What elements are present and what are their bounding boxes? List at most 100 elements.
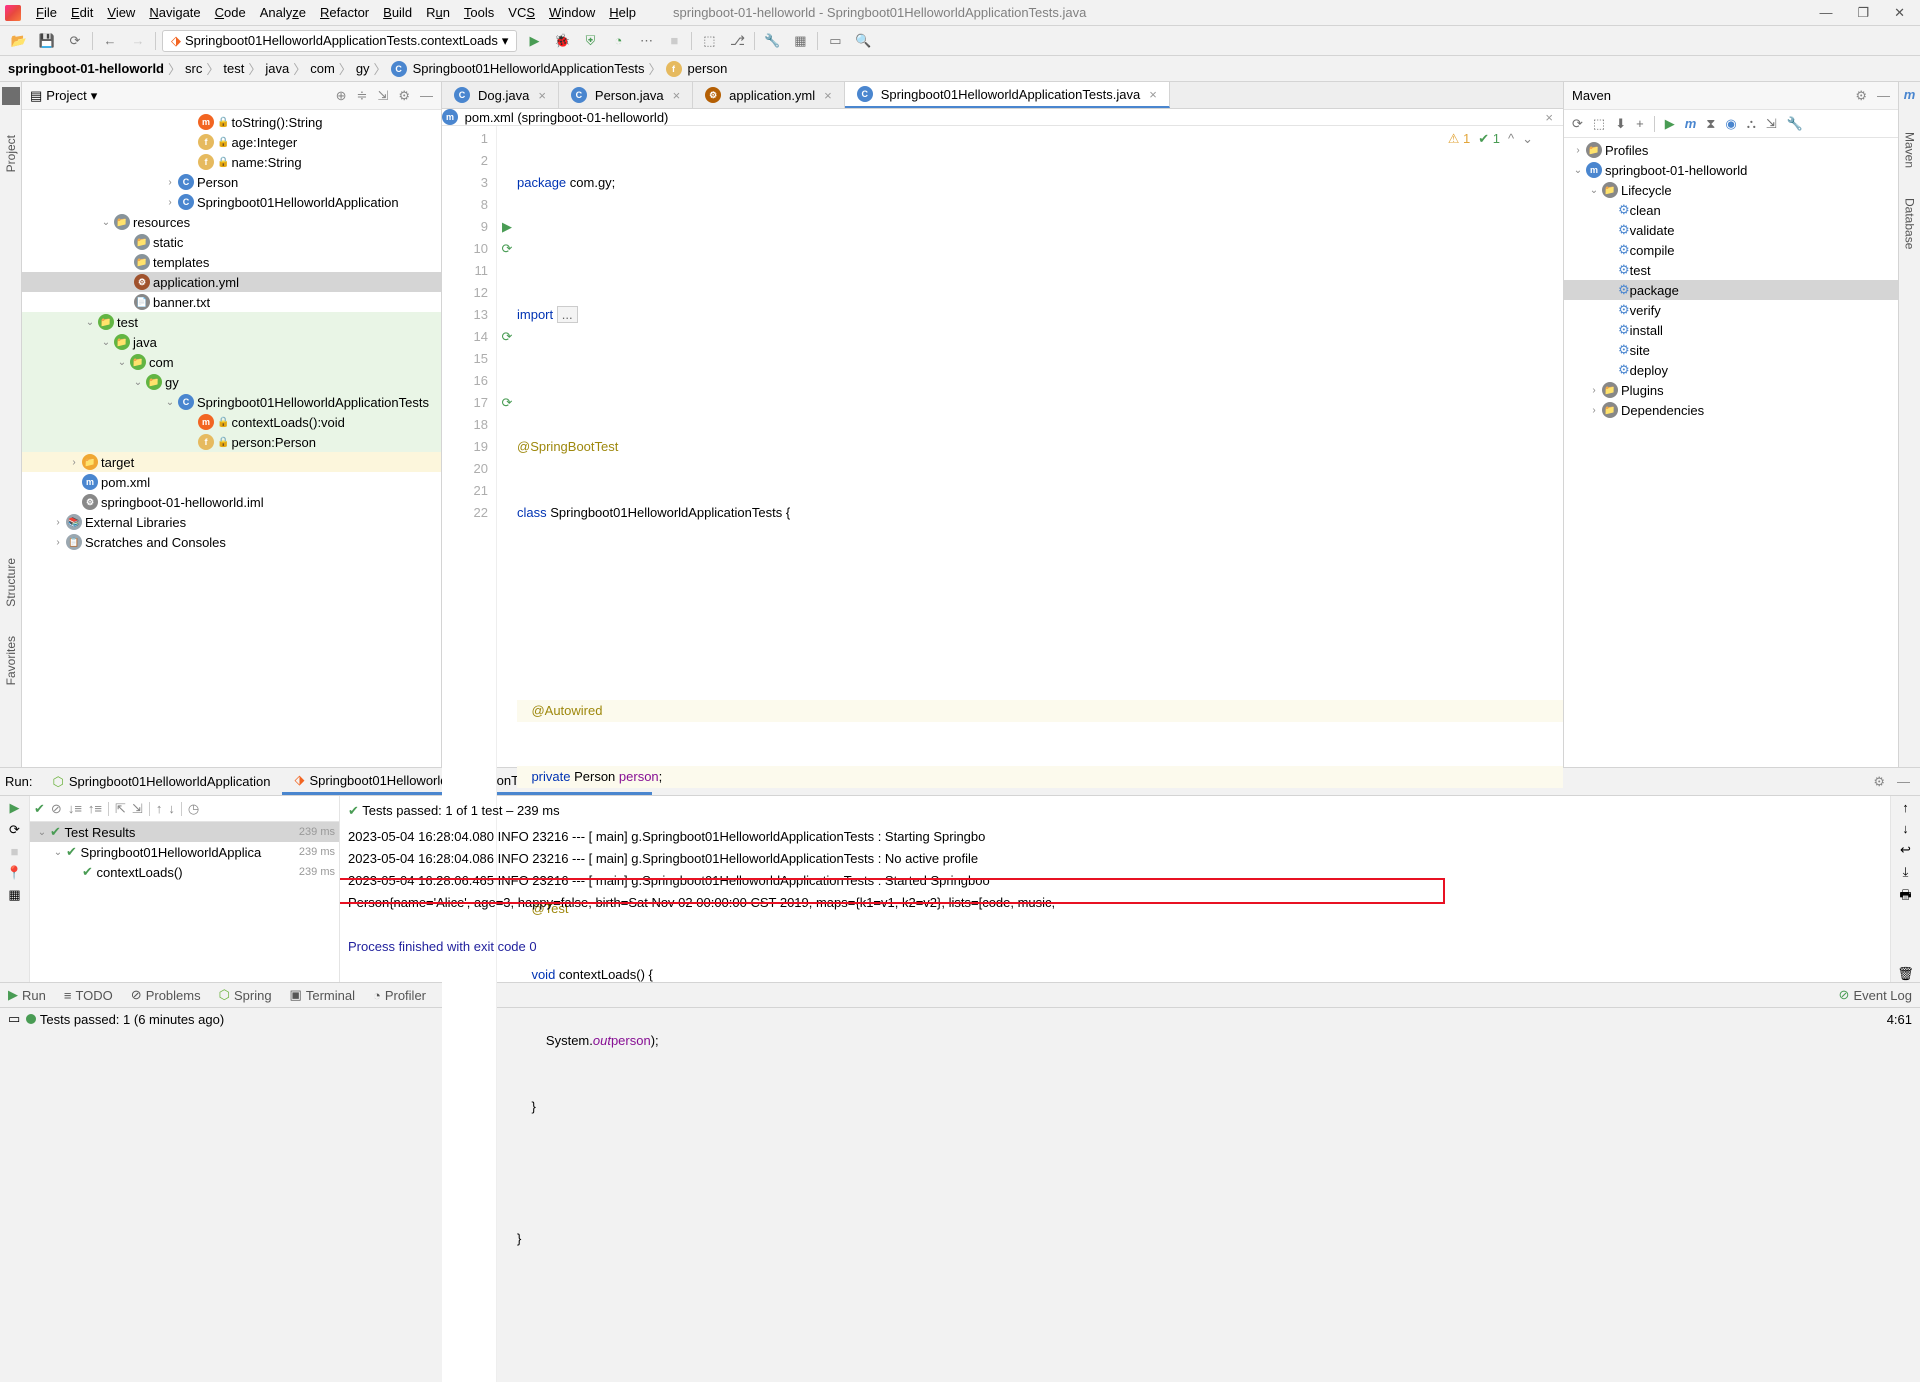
close-icon[interactable]: × xyxy=(1545,110,1563,125)
rail-favorites[interactable]: Favorites xyxy=(4,636,18,685)
structure-icon[interactable]: ▦ xyxy=(789,30,811,52)
services-icon[interactable]: ▭ xyxy=(824,30,846,52)
reload-icon[interactable]: ⟳ xyxy=(1572,116,1583,132)
tab-person[interactable]: CPerson.java× xyxy=(559,82,693,108)
maven-item[interactable]: install xyxy=(1630,323,1663,338)
crumb-class[interactable]: CSpringboot01HelloworldApplicationTests xyxy=(391,61,645,77)
run-gutter-icon[interactable]: ▶ xyxy=(502,216,512,238)
close-icon[interactable]: ✕ xyxy=(1894,5,1905,21)
project-panel-title[interactable]: ▤ Project ▾ xyxy=(30,88,97,104)
sub-tab-pom[interactable]: m pom.xml (springboot-01-helloworld) × xyxy=(442,109,1563,126)
tree-item[interactable]: Springboot01HelloworldApplication xyxy=(197,195,399,210)
attach-icon[interactable]: ⋯ xyxy=(635,30,657,52)
debug-icon[interactable]: 🐞 xyxy=(551,30,573,52)
hide-icon[interactable]: — xyxy=(1877,88,1890,104)
maven-rail-icon[interactable]: m xyxy=(1904,87,1916,102)
debug-icon[interactable]: ⟳ xyxy=(9,822,20,838)
crumb-project[interactable]: springboot-01-helloworld xyxy=(8,61,164,76)
run-icon[interactable]: ▶ xyxy=(1665,116,1675,132)
back-icon[interactable]: ← xyxy=(99,30,121,52)
checkmark-icon[interactable]: ✔ 1 xyxy=(1478,128,1500,150)
crumb-gy[interactable]: gy xyxy=(356,61,370,76)
maven-item[interactable]: compile xyxy=(1630,243,1675,258)
collapse-icon[interactable]: ⇲ xyxy=(1766,116,1777,132)
run-tab-app[interactable]: ⬡Springboot01HelloworldApplication xyxy=(40,770,282,794)
tree-item[interactable]: person:Person xyxy=(231,435,316,450)
project-tree[interactable]: m🔒toString():String f🔒age:Integer f🔒name… xyxy=(22,110,441,767)
maximize-icon[interactable]: ❐ xyxy=(1857,5,1869,21)
trash-icon[interactable]: 🗑 xyxy=(1897,966,1914,982)
wrap-icon[interactable]: ↩ xyxy=(1900,842,1911,858)
up-icon[interactable]: ↑ xyxy=(156,801,163,816)
tree-item[interactable]: banner.txt xyxy=(153,295,210,310)
console-output[interactable]: ✔ Tests passed: 1 of 1 test – 239 ms 202… xyxy=(340,796,1890,982)
print-icon[interactable]: 🖶 xyxy=(1899,886,1911,908)
branch-icon[interactable]: ⎇ xyxy=(726,30,748,52)
menu-help[interactable]: Help xyxy=(602,3,643,22)
tree-item[interactable]: static xyxy=(153,235,183,250)
tab-yml[interactable]: ⚙application.yml× xyxy=(693,82,845,108)
add-icon[interactable]: + xyxy=(1636,116,1644,131)
code-editor[interactable]: 1238 9101112 13141516 17181920 2122 ▶ ⟳ … xyxy=(442,126,1563,1382)
save-icon[interactable]: 💾 xyxy=(36,30,58,52)
menu-refactor[interactable]: Refactor xyxy=(313,3,376,22)
maven-item[interactable]: site xyxy=(1630,343,1650,358)
menu-file[interactable]: File xyxy=(29,3,64,22)
download-icon[interactable]: ⬇ xyxy=(1615,116,1626,132)
maven-item[interactable]: Lifecycle xyxy=(1621,183,1672,198)
bottom-spring[interactable]: ⬡Spring xyxy=(219,987,272,1003)
crumb-java[interactable]: java xyxy=(265,61,289,76)
tree-item[interactable]: age:Integer xyxy=(231,135,297,150)
menu-edit[interactable]: Edit xyxy=(64,3,100,22)
stop-icon[interactable]: ■ xyxy=(11,844,19,859)
search-icon[interactable]: 🔍 xyxy=(852,30,874,52)
warning-icon[interactable]: ⚠ 1 xyxy=(1448,128,1471,150)
rail-structure[interactable]: Structure xyxy=(4,558,18,607)
bottom-problems[interactable]: ⊘Problems xyxy=(131,987,201,1003)
collapse-icon[interactable]: ⇲ xyxy=(132,801,143,817)
gear-icon[interactable]: ⚙ xyxy=(398,88,410,104)
maven-icon[interactable]: m xyxy=(1685,116,1697,131)
offline-icon[interactable]: ◉ xyxy=(1725,116,1736,132)
bottom-run[interactable]: ▶Run xyxy=(8,987,46,1003)
tree-item[interactable]: test xyxy=(117,315,138,330)
code-status-bar[interactable]: ⚠ 1 ✔ 1 ^⌄ xyxy=(1448,128,1533,150)
run-icon[interactable]: ▶ xyxy=(523,30,545,52)
bean-icon[interactable]: ⟳ xyxy=(502,326,513,348)
tree-item[interactable]: Scratches and Consoles xyxy=(85,535,226,550)
fold-icon[interactable]: ... xyxy=(557,306,578,323)
crumb-com[interactable]: com xyxy=(310,61,335,76)
maven-item[interactable]: deploy xyxy=(1630,363,1668,378)
tree-item[interactable]: gy xyxy=(165,375,179,390)
menu-window[interactable]: Window xyxy=(542,3,602,22)
scroll-icon[interactable]: ⤓ xyxy=(1903,864,1909,880)
close-icon[interactable]: × xyxy=(1149,87,1157,102)
menu-view[interactable]: View xyxy=(100,3,142,22)
menu-code[interactable]: Code xyxy=(208,3,253,22)
failed-icon[interactable]: ⊘ xyxy=(51,801,62,817)
history-icon[interactable]: ◷ xyxy=(188,801,199,817)
open-icon[interactable]: 📂 xyxy=(8,30,30,52)
caret-position[interactable]: 4:61 xyxy=(1887,1012,1912,1027)
crumb-field[interactable]: fperson xyxy=(666,61,728,77)
tree-item[interactable]: templates xyxy=(153,255,209,270)
tree-item[interactable]: com xyxy=(149,355,174,370)
run-config-selector[interactable]: ⬗ Springboot01HelloworldApplicationTests… xyxy=(162,30,517,52)
collapse-icon[interactable]: ≑ xyxy=(357,88,368,104)
gear-icon[interactable]: ⚙ xyxy=(1873,774,1885,790)
refresh-icon[interactable]: ⟳ xyxy=(64,30,86,52)
maven-item[interactable]: package xyxy=(1630,283,1679,298)
tab-tests[interactable]: CSpringboot01HelloworldApplicationTests.… xyxy=(845,82,1170,108)
status-icon[interactable]: ▭ xyxy=(8,1011,20,1027)
sort-icon[interactable]: ↓≡ xyxy=(68,801,82,816)
tree-item[interactable]: springboot-01-helloworld.iml xyxy=(101,495,264,510)
menu-build[interactable]: Build xyxy=(376,3,419,22)
down-icon[interactable]: ↓ xyxy=(168,801,175,816)
locate-icon[interactable]: ⊕ xyxy=(336,88,347,104)
maven-item[interactable]: Profiles xyxy=(1605,143,1648,158)
maven-item[interactable]: springboot-01-helloworld xyxy=(1605,163,1747,178)
stop-icon[interactable]: ■ xyxy=(663,30,685,52)
maven-item[interactable]: test xyxy=(1630,263,1651,278)
tree-item[interactable]: application.yml xyxy=(153,275,239,290)
rerun-icon[interactable]: ▶ xyxy=(10,800,20,816)
